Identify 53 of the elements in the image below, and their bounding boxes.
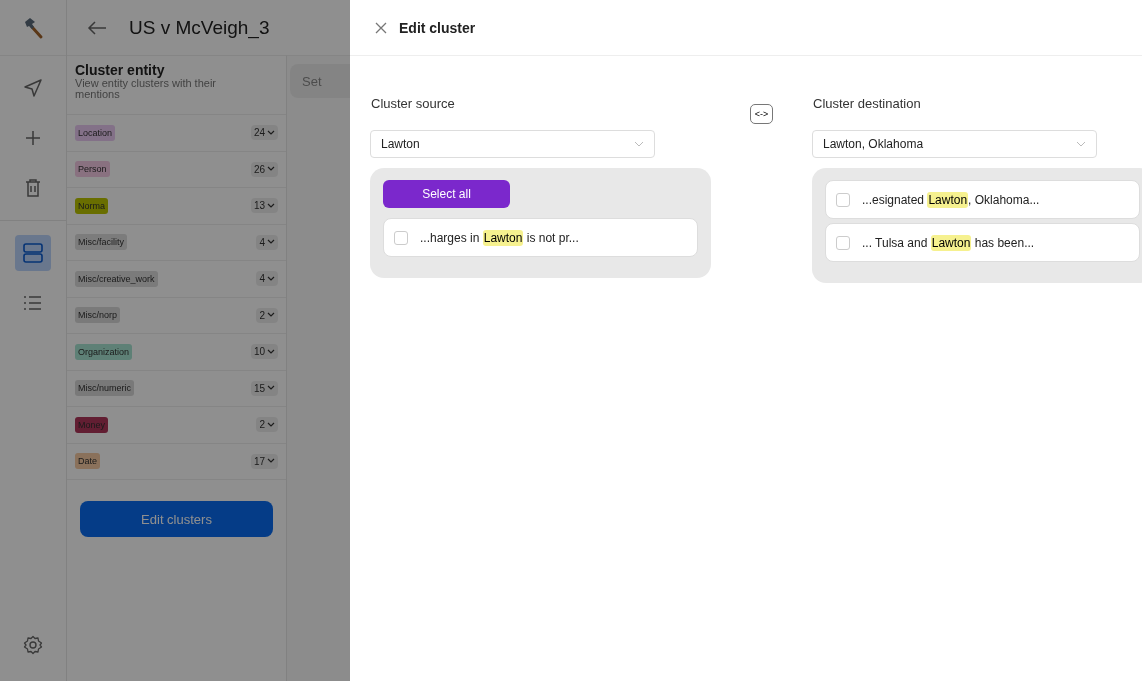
chevron-down-icon <box>267 458 275 465</box>
chevron-down-icon <box>267 348 275 355</box>
checkbox[interactable] <box>394 230 408 245</box>
entity-tag: Misc/creative_work <box>75 270 158 287</box>
chevron-down-icon <box>267 166 275 173</box>
swap-button[interactable]: <-> <box>749 104 774 124</box>
entity-tag: Misc/norp <box>75 307 120 324</box>
entity-tag: Person <box>75 161 110 178</box>
edit-clusters-button[interactable]: Edit clusters <box>80 501 273 537</box>
chevron-down-icon <box>267 129 275 136</box>
back-arrow-icon[interactable] <box>87 19 107 36</box>
entity-tag: Location <box>75 124 116 141</box>
entity-tag: Norma <box>75 197 108 214</box>
chevron-down-icon <box>267 275 275 282</box>
chevron-down-icon <box>634 141 644 147</box>
drawer-title: Edit cluster <box>399 19 476 36</box>
mention-text: ...esignated Lawton, Oklahoma... <box>862 192 1040 207</box>
count-dropdown[interactable]: 17 <box>250 453 278 469</box>
panel-title: Cluster entity <box>75 62 166 78</box>
count-dropdown[interactable]: 2 <box>256 417 278 433</box>
entity-tag: Date <box>75 453 100 470</box>
count-dropdown[interactable]: 4 <box>256 234 278 250</box>
cluster-select[interactable]: Lawton <box>370 130 655 158</box>
field-label: Cluster source <box>371 96 456 113</box>
close-icon[interactable] <box>375 21 387 34</box>
select-all-button[interactable]: Select all <box>383 180 510 208</box>
chevron-down-icon <box>267 312 275 319</box>
panel-subtitle: View entity clusters with their mentions <box>75 78 218 100</box>
count-dropdown[interactable]: 4 <box>256 271 278 287</box>
chevron-down-icon <box>267 421 275 428</box>
entity-tag: Money <box>75 416 108 433</box>
stack-icon[interactable] <box>15 235 51 271</box>
chevron-down-icon <box>267 239 275 246</box>
checkbox[interactable] <box>836 235 850 250</box>
count-dropdown[interactable]: 26 <box>250 161 278 177</box>
checkbox[interactable] <box>836 192 850 207</box>
count-dropdown[interactable]: 24 <box>250 125 278 141</box>
count-dropdown[interactable]: 15 <box>250 380 278 396</box>
chevron-down-icon <box>1076 141 1086 147</box>
mention-text: ...harges in Lawton is not pr... <box>420 230 579 245</box>
settings-icon[interactable] <box>23 635 43 655</box>
chevron-down-icon <box>267 385 275 392</box>
mention-text: ... Tulsa and Lawton has been... <box>862 235 1035 250</box>
entity-tag: Organization <box>75 343 133 360</box>
field-label: Cluster destination <box>813 96 922 113</box>
count-dropdown[interactable]: 2 <box>256 307 278 323</box>
entity-tag: Misc/numeric <box>75 380 134 397</box>
entity-tag: Misc/facility <box>75 234 127 251</box>
count-dropdown[interactable]: 13 <box>250 198 278 214</box>
cluster-select[interactable]: Lawton, Oklahoma <box>812 130 1097 158</box>
document-title: US v McVeigh_3 <box>129 16 270 39</box>
count-dropdown[interactable]: 10 <box>250 344 278 360</box>
chevron-down-icon <box>267 202 275 209</box>
